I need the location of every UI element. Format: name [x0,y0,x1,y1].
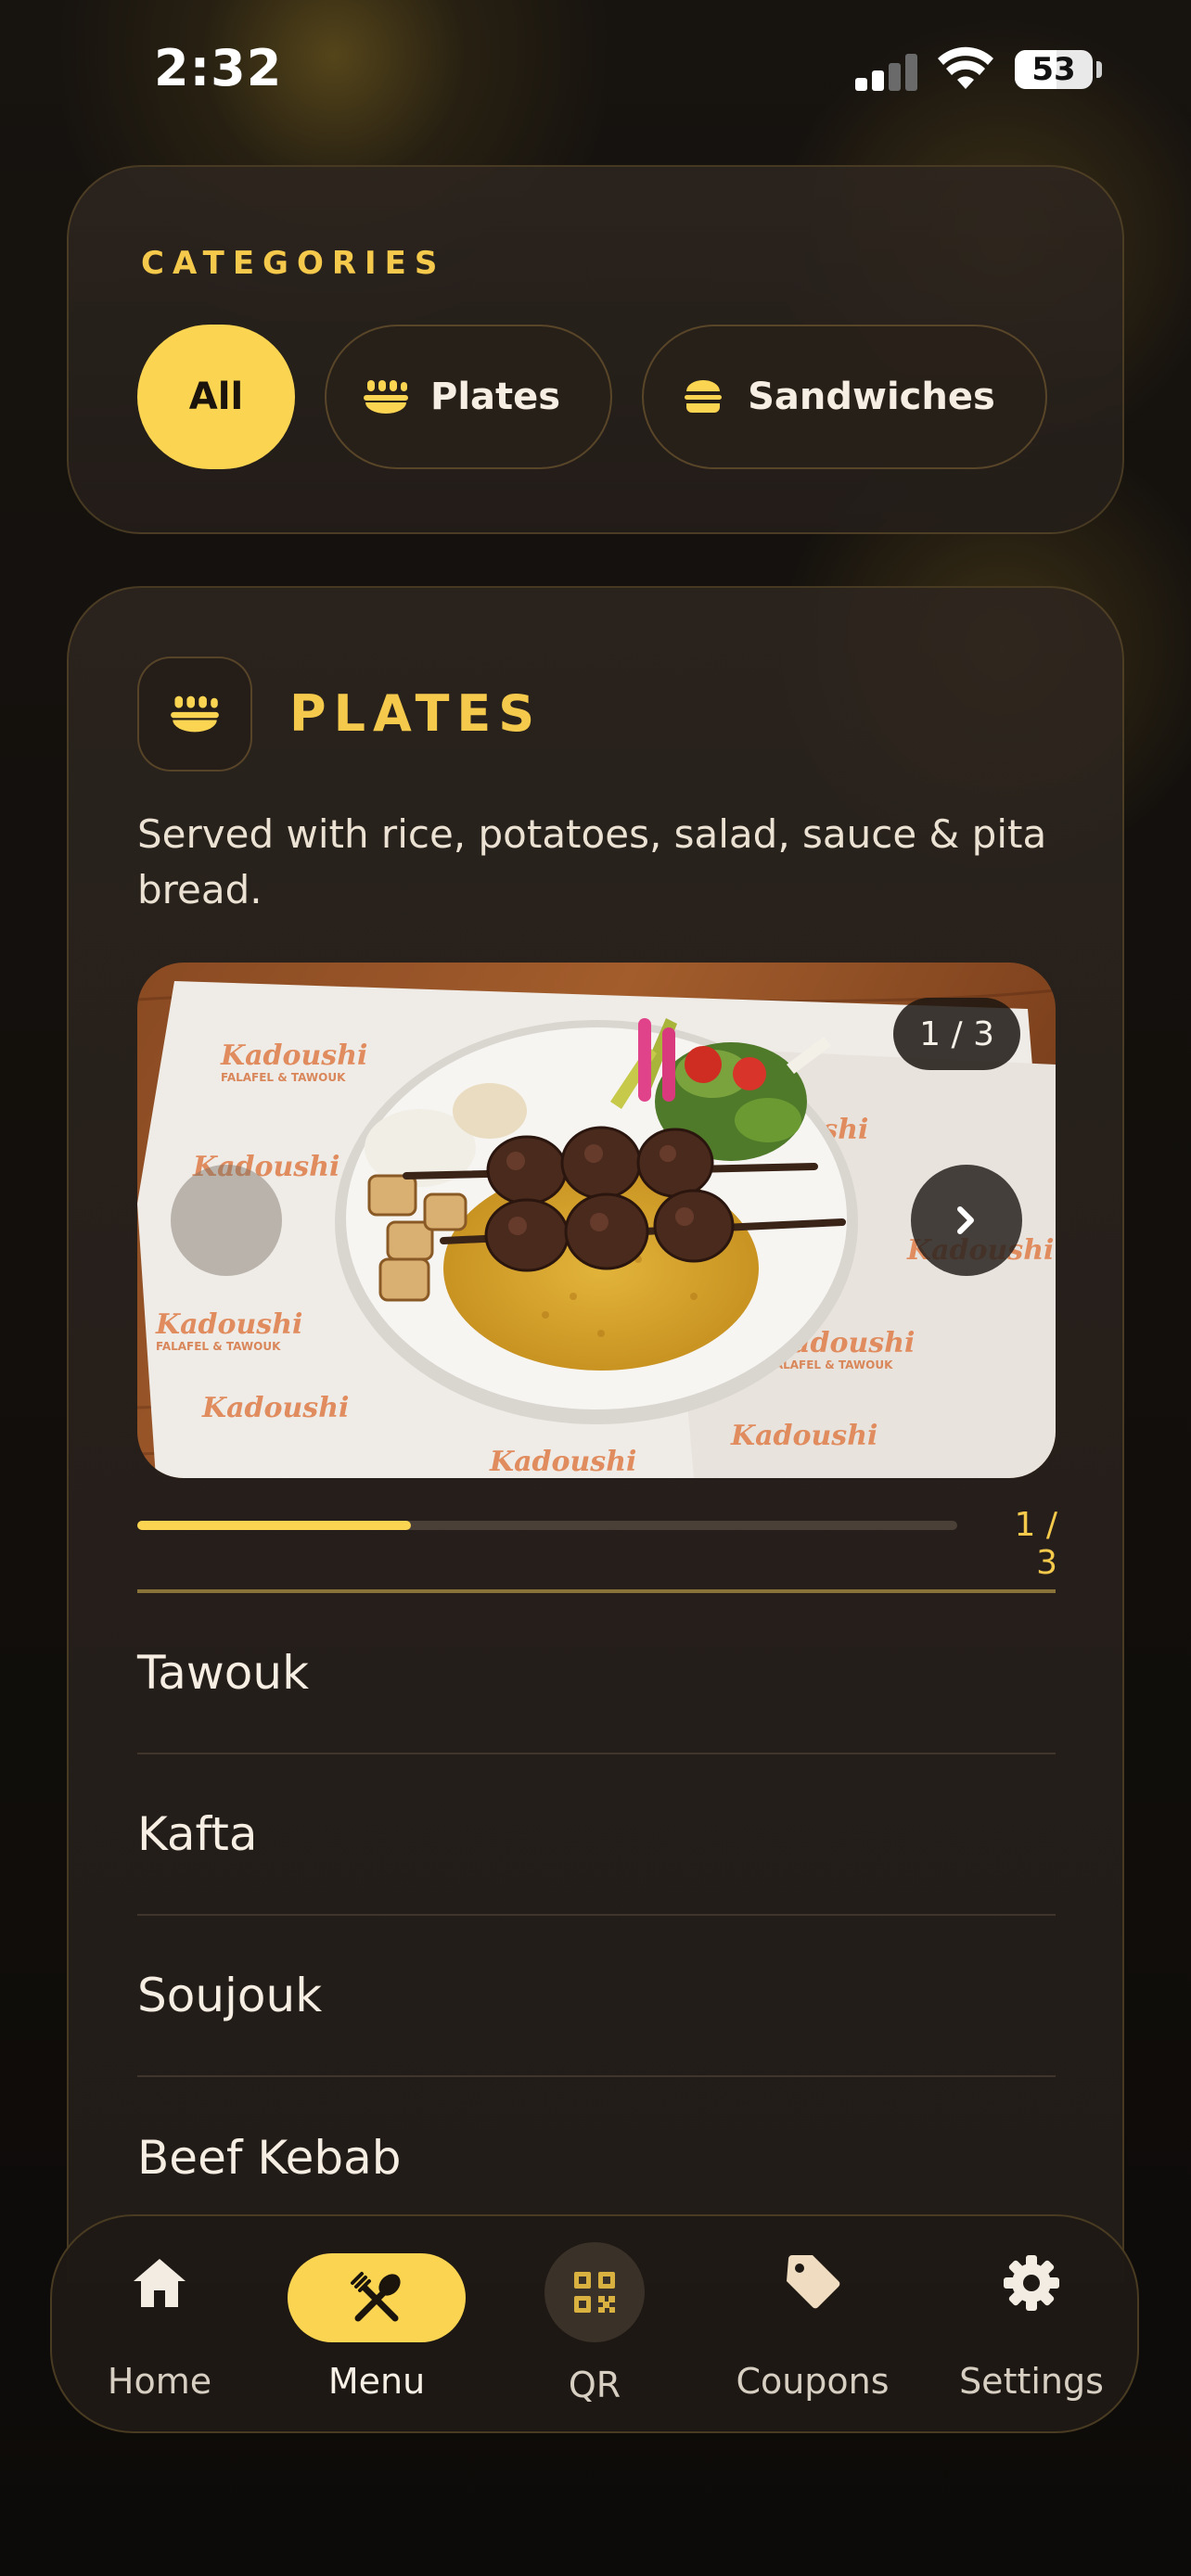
qr-code-icon [574,2272,615,2313]
carousel-prev-button[interactable] [171,1165,282,1276]
plates-icon [171,695,219,733]
kebab-skewers [484,1126,735,1272]
categories-title: CATEGORIES [141,245,446,282]
svg-text:Kadoushi: Kadoushi [730,1420,877,1452]
section-icon-box [137,657,252,772]
home-icon [134,2259,186,2307]
carousel-progress-fill [137,1521,411,1530]
battery-percent: 53 [1031,51,1076,88]
tab-settings[interactable]: Settings [922,2216,1141,2435]
tab-menu[interactable]: Menu [267,2216,486,2435]
carousel-progress-label: 1 / 3 [1014,1506,1057,1582]
category-chip-label: All [188,376,244,418]
tag-icon [787,2255,840,2309]
tab-label: Coupons [736,2361,890,2402]
svg-text:FALAFEL & TAWOUK: FALAFEL & TAWOUK [156,1340,281,1353]
menu-item-soujouk[interactable]: Soujouk [137,1916,1056,2077]
menu-item-list: Tawouk Kafta Soujouk Beef Kebab [137,1593,1056,2238]
category-chip-all[interactable]: All [137,325,295,469]
tab-coupons[interactable]: Coupons [703,2216,922,2435]
gear-icon [1004,2255,1059,2311]
category-chips: All Plates Sandwiches [137,325,1047,469]
burger-icon [685,380,723,413]
section-title: PLATES [289,684,543,743]
status-time: 2:32 [154,39,283,97]
svg-text:Kadoushi: Kadoushi [201,1392,349,1424]
tab-label: QR [568,2365,621,2405]
image-carousel[interactable]: Kadoushi Kadoushi Kadoushi Kadoushi Kado… [137,963,1056,1478]
tab-label: Settings [959,2361,1104,2402]
category-chip-sandwiches[interactable]: Sandwiches [642,325,1047,469]
cellular-signal-icon [855,54,920,91]
category-chip-label: Plates [430,376,561,418]
battery-icon: 53 [1015,50,1093,89]
bottom-tab-bar: Home Menu QR Coupons Settings [50,2214,1139,2433]
qr-button-circle [544,2242,645,2342]
status-bar: 2:32 53 [0,0,1191,139]
tab-home[interactable]: Home [50,2216,269,2435]
tab-label: Home [107,2361,212,2402]
carousel-progress-bar [137,1521,957,1530]
tab-label: Menu [327,2361,426,2402]
plates-section-card: PLATES Served with rice, potatoes, salad… [67,586,1124,2283]
active-tab-indicator [288,2253,466,2342]
chevron-right-icon [957,1206,974,1234]
carousel-counter-badge: 1 / 3 [893,998,1020,1070]
menu-item-tawouk[interactable]: Tawouk [137,1593,1056,1754]
category-chip-label: Sandwiches [748,376,995,418]
svg-text:FALAFEL & TAWOUK: FALAFEL & TAWOUK [221,1071,346,1084]
svg-text:Kadoushi: Kadoushi [155,1308,302,1341]
utensils-icon [351,2272,401,2322]
categories-card: CATEGORIES All Plates Sandwiches [67,165,1124,534]
svg-text:Kadoushi: Kadoushi [220,1039,367,1072]
plates-icon [364,380,408,414]
svg-text:Kadoushi: Kadoushi [489,1446,636,1478]
menu-item-kafta[interactable]: Kafta [137,1754,1056,1916]
wifi-icon [938,46,993,89]
carousel-next-button[interactable] [911,1165,1022,1276]
section-description: Served with rice, potatoes, salad, sauce… [137,811,1047,912]
tab-qr[interactable]: QR [485,2216,704,2435]
category-chip-plates[interactable]: Plates [325,325,613,469]
battery-tip [1096,61,1102,78]
